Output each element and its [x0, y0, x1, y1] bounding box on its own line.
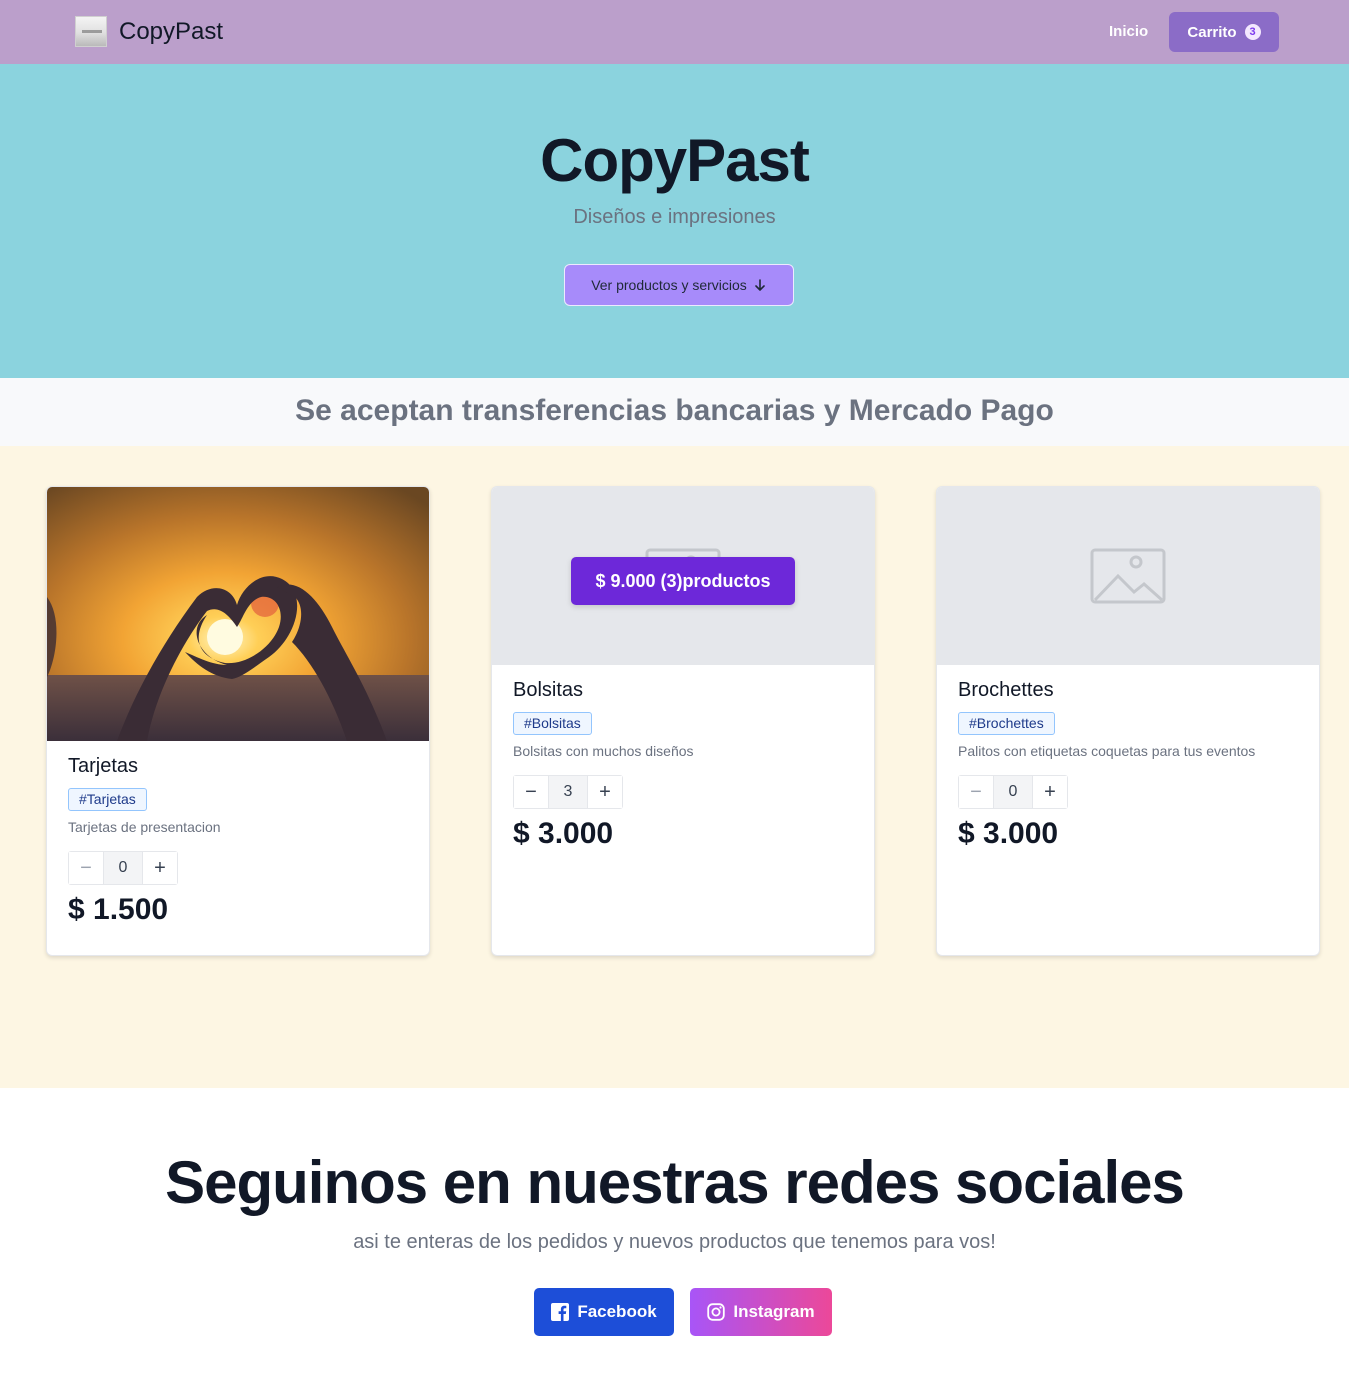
products-section: Tarjetas #Tarjetas Tarjetas de presentac…	[0, 446, 1349, 1088]
quantity-value[interactable]: 3	[548, 776, 588, 808]
product-tag[interactable]: #Brochettes	[958, 712, 1055, 735]
cart-total-button[interactable]: $ 9.000 (3)productos	[571, 557, 795, 605]
product-description: Palitos con etiquetas coquetas para tus …	[958, 743, 1256, 759]
product-title: Tarjetas	[68, 755, 139, 777]
payment-banner: Se aceptan transferencias bancarias y Me…	[0, 378, 1349, 446]
product-price: $ 1.500	[68, 893, 169, 926]
facebook-button[interactable]: Facebook	[534, 1288, 674, 1336]
cart-label: Carrito	[1187, 23, 1237, 41]
increment-button[interactable]: +	[143, 852, 177, 884]
product-title: Brochettes	[958, 679, 1054, 701]
decrement-button[interactable]: −	[959, 776, 993, 808]
arrow-down-icon	[755, 279, 765, 291]
product-tag[interactable]: #Bolsitas	[513, 712, 592, 735]
nav-link-inicio[interactable]: Inicio	[1109, 23, 1148, 40]
social-subtitle: asi te enteras de los pedidos y nuevos p…	[353, 1231, 996, 1253]
social-section: Seguinos en nuestras redes sociales asi …	[0, 1088, 1349, 1400]
quantity-value[interactable]: 0	[103, 852, 143, 884]
navbar: CopyPast Inicio Carrito 3	[0, 0, 1349, 64]
product-image-brochettes	[937, 487, 1319, 665]
brand-logo	[75, 16, 107, 47]
brand[interactable]: CopyPast	[75, 16, 223, 47]
hero-subtitle: Diseños e impresiones	[573, 206, 776, 228]
cart-button[interactable]: Carrito 3	[1169, 12, 1279, 52]
cart-count-badge: 3	[1244, 24, 1261, 40]
product-tag[interactable]: #Tarjetas	[68, 788, 147, 811]
view-products-button[interactable]: Ver productos y servicios	[564, 264, 794, 306]
increment-button[interactable]: +	[1033, 776, 1067, 808]
hero: CopyPast Diseños e impresiones Ver produ…	[0, 64, 1349, 378]
card-body: Tarjetas #Tarjetas Tarjetas de presentac…	[68, 755, 408, 927]
decrement-button[interactable]: −	[514, 776, 548, 808]
brand-name: CopyPast	[119, 17, 224, 45]
quantity-stepper: − 0 +	[68, 851, 178, 885]
hero-title: CopyPast	[540, 127, 810, 194]
product-card-brochettes: Brochettes #Brochettes Palitos con etiqu…	[936, 486, 1320, 956]
instagram-label: Instagram	[733, 1302, 815, 1321]
payment-text: Se aceptan transferencias bancarias y Me…	[295, 394, 1054, 427]
image-placeholder-icon	[1090, 548, 1166, 604]
product-price: $ 3.000	[958, 817, 1059, 850]
sunset-heart-hands-photo	[47, 487, 429, 741]
instagram-button[interactable]: Instagram	[690, 1288, 832, 1336]
product-price: $ 3.000	[513, 817, 614, 850]
view-products-label: Ver productos y servicios	[591, 277, 747, 293]
social-title: Seguinos en nuestras redes sociales	[165, 1149, 1185, 1216]
increment-button[interactable]: +	[588, 776, 622, 808]
product-image-tarjetas	[47, 487, 429, 741]
decrement-button[interactable]: −	[69, 852, 103, 884]
quantity-stepper: − 0 +	[958, 775, 1068, 809]
facebook-icon	[551, 1303, 570, 1321]
product-description: Bolsitas con muchos diseños	[513, 743, 694, 759]
quantity-value[interactable]: 0	[993, 776, 1033, 808]
product-card-tarjetas: Tarjetas #Tarjetas Tarjetas de presentac…	[46, 486, 430, 956]
quantity-stepper: − 3 +	[513, 775, 623, 809]
product-title: Bolsitas	[513, 679, 584, 701]
instagram-icon	[707, 1303, 726, 1321]
card-body: Brochettes #Brochettes Palitos con etiqu…	[958, 679, 1298, 851]
card-body: Bolsitas #Bolsitas Bolsitas con muchos d…	[513, 679, 853, 851]
facebook-label: Facebook	[577, 1302, 657, 1321]
product-description: Tarjetas de presentacion	[68, 819, 221, 835]
